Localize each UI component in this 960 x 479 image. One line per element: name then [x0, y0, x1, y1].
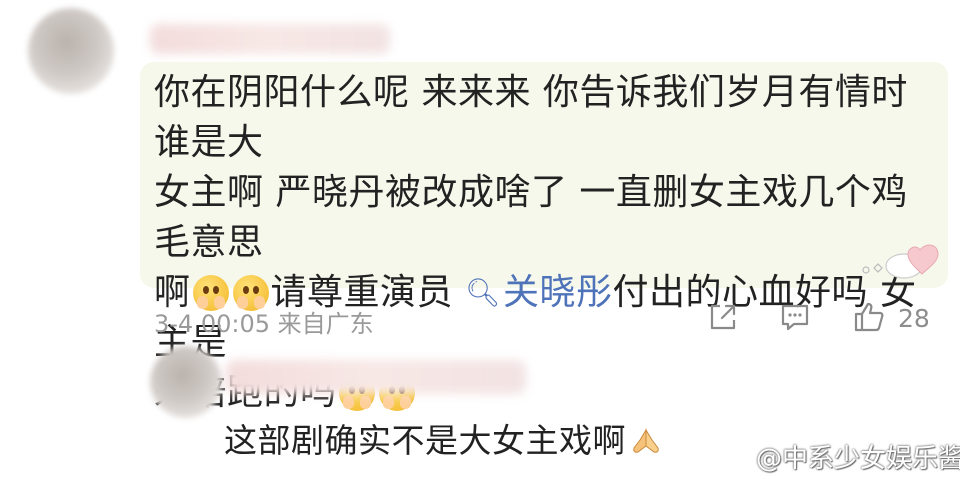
reply-text: 这部剧确实不是大女主戏啊 [224, 414, 662, 462]
reply-content: 这部剧确实不是大女主戏啊 [224, 421, 626, 460]
comment-line-1: 你在阴阳什么呢 来来来 你告诉我们岁月有情时谁是大 [154, 72, 908, 163]
watermark: @中系少女娱乐酱 [726, 438, 960, 475]
watermark-text: @中系少女娱乐酱 [756, 444, 960, 474]
like-count: 28 [898, 304, 930, 333]
comment-icon[interactable] [778, 300, 812, 334]
pray-hands-emoji [633, 428, 659, 453]
timestamp: 3-4 00:05 [154, 310, 270, 338]
mention-name: 关晓彤 [503, 272, 613, 313]
comment-line: 你在阴阳什么呢 来来来 你告诉我们岁月有情时谁是大 [154, 68, 934, 168]
mention-link[interactable]: 🔍︎关晓彤 [465, 272, 613, 313]
like-icon[interactable] [852, 300, 886, 334]
avatar[interactable] [28, 8, 114, 94]
location: 来自广东 [277, 310, 374, 338]
bubble-decoration-icon [862, 244, 939, 279]
reply-username-blurred[interactable] [226, 360, 526, 394]
comment-meta: 3-4 00:05 来自广东 [154, 304, 374, 339]
comment-line-2: 女主啊 严晓丹被改成啥了 一直删女主戏几个鸡毛意思 [154, 172, 908, 263]
share-icon[interactable] [706, 300, 740, 334]
search-icon: 🔍︎ [464, 276, 502, 309]
comment-line: 女主啊 严晓丹被改成啥了 一直删女主戏几个鸡毛意思 [154, 168, 934, 268]
reply-avatar[interactable] [150, 346, 222, 418]
weibo-logo-icon [727, 449, 752, 469]
username-blurred[interactable] [150, 24, 390, 54]
